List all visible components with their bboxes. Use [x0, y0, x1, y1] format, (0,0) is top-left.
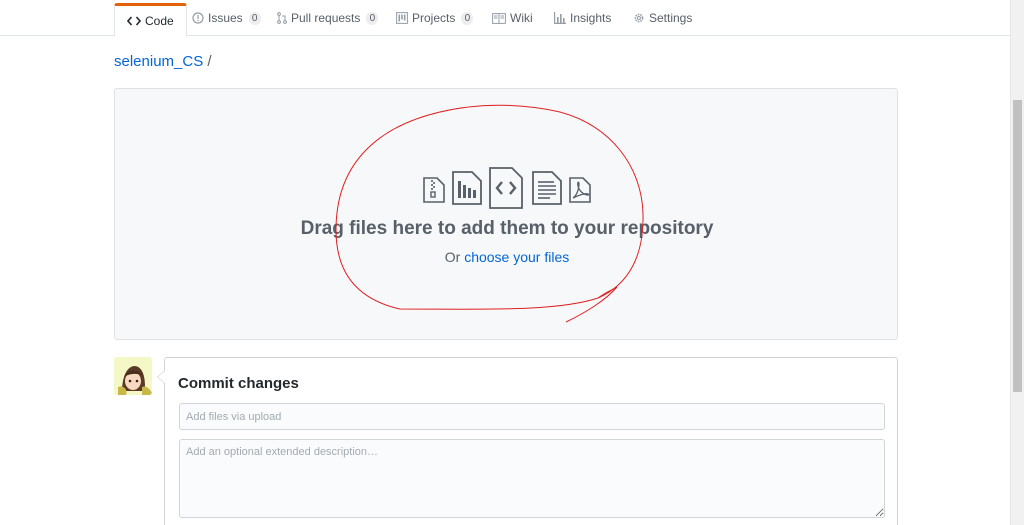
- breadcrumb: selenium_CS /: [114, 53, 212, 70]
- tab-insights[interactable]: Insights: [554, 0, 611, 36]
- file-type-icons: [423, 167, 593, 211]
- choose-files-link[interactable]: choose your files: [464, 249, 569, 265]
- commit-changes-title: Commit changes: [178, 375, 299, 392]
- commit-description-textarea[interactable]: [179, 439, 885, 518]
- file-text-icon: [532, 171, 562, 210]
- tab-label: Pull requests: [291, 11, 361, 25]
- file-code-icon: [489, 167, 523, 214]
- file-zip-icon: [423, 177, 445, 208]
- tab-label: Insights: [570, 11, 612, 25]
- book-icon: [492, 12, 506, 24]
- tab-wiki[interactable]: Wiki: [492, 0, 533, 36]
- breadcrumb-repo-link[interactable]: selenium_CS: [114, 53, 203, 70]
- tab-pull-requests[interactable]: Pull requests 0: [277, 0, 379, 36]
- tab-label: Code: [145, 14, 174, 28]
- repo-tabnav: Code Issues 0 Pull requests 0 Projects 0: [0, 0, 1010, 37]
- file-drop-zone[interactable]: Drag files here to add them to your repo…: [114, 88, 898, 340]
- commit-summary-input[interactable]: [179, 403, 885, 430]
- issues-count: 0: [248, 11, 261, 25]
- drop-zone-subtitle: Or choose your files: [115, 249, 899, 265]
- breadcrumb-separator: /: [207, 53, 212, 70]
- gear-icon: [633, 12, 645, 24]
- upload-page: Code Issues 0 Pull requests 0 Projects 0: [0, 0, 1024, 525]
- user-avatar[interactable]: [114, 357, 152, 395]
- drop-zone-prefix: Or: [444, 249, 461, 265]
- code-icon: [127, 15, 141, 27]
- page-scrollbar[interactable]: [1010, 0, 1024, 525]
- drop-zone-title: Drag files here to add them to your repo…: [300, 218, 714, 239]
- project-icon: [396, 12, 408, 24]
- tab-label: Issues: [208, 11, 243, 25]
- tab-issues[interactable]: Issues 0: [192, 0, 261, 36]
- pull-request-icon: [277, 12, 287, 24]
- tab-settings[interactable]: Settings: [633, 0, 692, 36]
- tab-label: Settings: [649, 11, 693, 25]
- commit-changes-box: Commit changes: [157, 357, 898, 525]
- tab-label: Wiki: [510, 11, 533, 25]
- tab-label: Projects: [412, 11, 456, 25]
- scrollbar-thumb[interactable]: [1013, 100, 1022, 392]
- tab-code[interactable]: Code: [114, 3, 187, 37]
- tab-projects[interactable]: Projects 0: [396, 0, 474, 36]
- pull-requests-count: 0: [366, 11, 379, 25]
- graph-icon: [554, 12, 566, 24]
- issue-icon: [192, 12, 204, 24]
- file-media-icon: [452, 171, 482, 210]
- projects-count: 0: [461, 11, 474, 25]
- file-pdf-icon: [569, 177, 591, 208]
